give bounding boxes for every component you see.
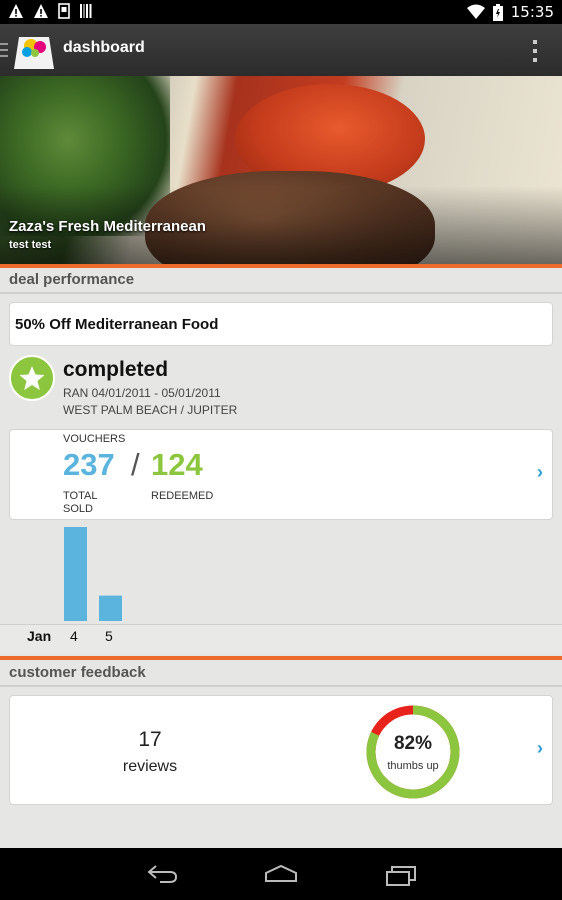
back-icon[interactable] xyxy=(146,864,178,884)
clock: 15:35 xyxy=(510,3,554,21)
divider xyxy=(0,292,562,294)
overflow-menu-icon[interactable] xyxy=(530,39,540,63)
chart-month-label: Jan xyxy=(27,628,52,644)
wifi-icon xyxy=(466,4,485,19)
business-subtitle: test test xyxy=(9,239,52,251)
hero-image: Zaza's Fresh Mediterranean test test xyxy=(0,76,562,264)
status-bar: 15:35 xyxy=(0,0,562,24)
redeemed-value: 124 xyxy=(151,447,203,482)
thumbs-up-label: thumbs up xyxy=(387,760,439,772)
chart-bar xyxy=(64,527,87,621)
divider xyxy=(0,656,562,660)
drawer-icon[interactable] xyxy=(0,43,8,57)
deal-location: WEST PALM BEACH / JUPITER xyxy=(63,403,238,417)
barcode-icon xyxy=(80,4,92,18)
star-icon xyxy=(19,366,45,390)
sim-icon xyxy=(58,3,70,19)
feedback-card[interactable]: 17 reviews 82% thumbs up › xyxy=(9,695,553,805)
app-logo-icon[interactable] xyxy=(13,31,55,69)
chart-axis xyxy=(0,624,562,654)
review-count: 17 xyxy=(138,728,162,751)
deal-title-card: 50% Off Mediterranean Food xyxy=(9,302,553,346)
divider xyxy=(0,685,562,687)
thumbs-up-percent: 82% xyxy=(393,733,433,754)
battery-icon xyxy=(492,3,503,21)
deal-status: completed xyxy=(63,358,169,381)
vouchers-card[interactable]: VOUCHERS 237 / 124 TOTAL SOLD REDEEMED › xyxy=(9,429,553,520)
page-title: dashboard xyxy=(63,39,145,56)
status-badge xyxy=(9,355,55,401)
navigation-bar xyxy=(0,848,562,900)
deal-title: 50% Off Mediterranean Food xyxy=(15,316,219,333)
warning-icon xyxy=(34,4,48,18)
section-heading-customer-feedback: customer feedback xyxy=(9,664,146,681)
business-name: Zaza's Fresh Mediterranean xyxy=(9,218,206,235)
total-sold-label: TOTAL SOLD xyxy=(63,490,98,515)
recent-apps-icon[interactable] xyxy=(385,864,417,886)
chevron-right-icon[interactable]: › xyxy=(537,462,543,483)
warning-icon xyxy=(9,4,23,18)
chart-tick-label: 4 xyxy=(70,628,78,644)
deal-run-dates: RAN 04/01/2011 - 05/01/2011 xyxy=(63,386,221,400)
vouchers-bar-chart xyxy=(64,527,122,621)
chart-tick-label: 5 xyxy=(105,628,113,644)
chart-bar xyxy=(99,595,122,621)
chevron-right-icon[interactable]: › xyxy=(537,738,543,759)
vouchers-separator: / xyxy=(131,447,140,482)
action-bar: dashboard xyxy=(0,24,562,76)
total-sold-value: 237 xyxy=(63,447,115,482)
section-heading-deal-performance: deal performance xyxy=(9,271,135,288)
divider xyxy=(0,264,562,268)
redeemed-label: REDEEMED xyxy=(151,490,214,502)
home-icon[interactable] xyxy=(264,864,298,884)
vouchers-label: VOUCHERS xyxy=(63,433,126,445)
review-label: reviews xyxy=(122,758,178,775)
